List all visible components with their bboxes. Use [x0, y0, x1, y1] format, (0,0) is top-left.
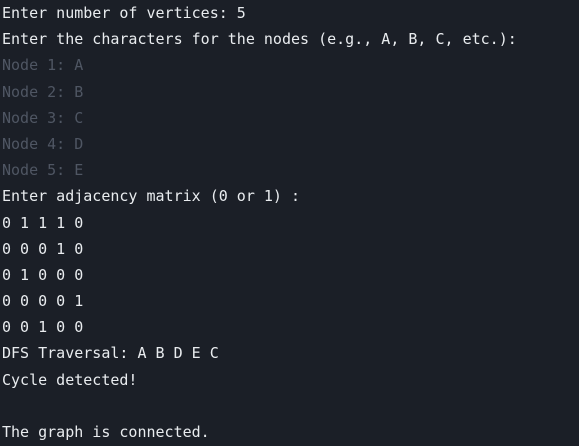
prompt-vertices-line: Enter number of vertices: 5 — [2, 4, 246, 22]
matrix-row-4: 0 0 0 0 1 — [2, 292, 84, 311]
prompt-node-characters-line: Enter the characters for the nodes (e.g.… — [2, 30, 517, 49]
matrix-row-5: 0 0 1 0 0 — [2, 318, 84, 337]
node-4-input-line: Node 4: D — [2, 134, 84, 153]
node-5-input-line: Node 5: E — [2, 161, 84, 180]
graph-connected-line: The graph is connected. — [2, 423, 210, 441]
node-2-input-line: Node 2: B — [2, 82, 84, 101]
prompt-adjacency-matrix-line: Enter adjacency matrix (0 or 1) : — [2, 187, 301, 206]
cycle-detected-line: Cycle detected! — [2, 370, 138, 389]
terminal-output[interactable]: Enter number of vertices: 5 Enter the ch… — [0, 0, 579, 446]
matrix-row-3: 0 1 0 0 0 — [2, 265, 84, 284]
node-3-input-line: Node 3: C — [2, 108, 84, 127]
matrix-row-1: 0 1 1 1 0 — [2, 213, 84, 232]
dfs-traversal-line: DFS Traversal: A B D E C — [2, 344, 219, 363]
matrix-row-2: 0 0 0 1 0 — [2, 239, 84, 258]
node-1-input-line: Node 1: A — [2, 56, 84, 75]
